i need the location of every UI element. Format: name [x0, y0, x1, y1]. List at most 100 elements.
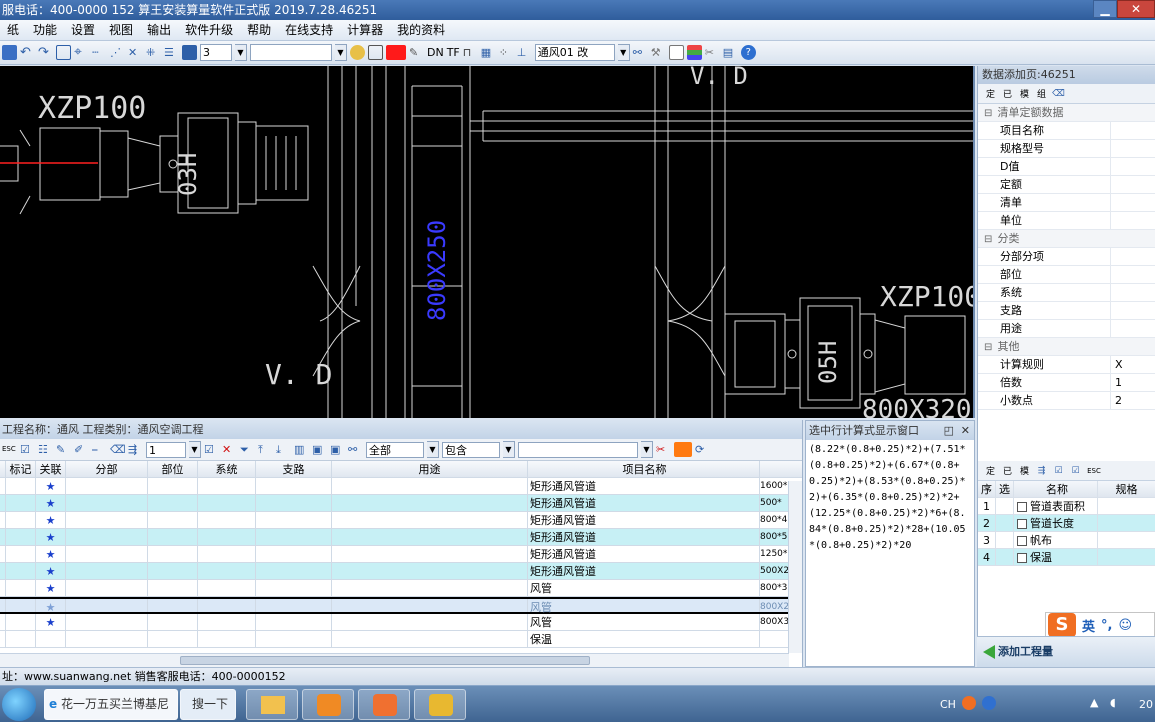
dn-button[interactable]: DN: [427, 46, 444, 59]
cad-canvas[interactable]: XZP100 XZP100 V. D V. D 800X320 03H 05H …: [0, 66, 975, 418]
layer-number-dropdown[interactable]: ▼: [235, 44, 247, 61]
input-indicator[interactable]: CH: [940, 698, 956, 711]
group-quota-data[interactable]: ⊟ 清单定额数据: [978, 104, 1155, 122]
menu-settings[interactable]: 设置: [64, 20, 102, 41]
edit-multi-icon[interactable]: ✐: [74, 442, 89, 457]
filter-level-dropdown[interactable]: ▼: [189, 441, 201, 458]
horizontal-scrollbar[interactable]: [0, 653, 789, 667]
chart-icon[interactable]: ▥: [294, 442, 309, 457]
tools-icon[interactable]: ⚒: [651, 45, 666, 60]
table-row[interactable]: 2 管道长度: [978, 515, 1155, 532]
fill-icon[interactable]: [368, 45, 383, 60]
grid-icon[interactable]: ⁜: [146, 45, 161, 60]
table-row[interactable]: 1 管道表面积: [978, 498, 1155, 515]
esc-icon[interactable]: ESC: [2, 442, 17, 457]
close-icon[interactable]: ✕: [961, 421, 970, 440]
prop-row[interactable]: 支路: [978, 302, 1155, 320]
sogou-tray-icon[interactable]: [962, 696, 976, 710]
block-grid-icon[interactable]: ▦: [481, 45, 496, 60]
cross-icon[interactable]: ✕: [128, 45, 143, 60]
clock[interactable]: 20: [1139, 698, 1153, 711]
dots-icon[interactable]: ⁘: [499, 45, 514, 60]
layer-name-field[interactable]: [250, 44, 332, 61]
insert-icon[interactable]: ⇶: [1035, 466, 1048, 476]
document-icon[interactable]: [668, 45, 684, 60]
search-input[interactable]: [518, 441, 638, 458]
delete-icon[interactable]: ✕: [222, 442, 237, 457]
help-icon[interactable]: ?: [740, 45, 756, 60]
pipe-fitting-icon[interactable]: ⊓: [463, 45, 478, 60]
move-up-icon[interactable]: ⤒: [258, 442, 273, 457]
prop-row[interactable]: 定额: [978, 176, 1155, 194]
table-row[interactable]: ★ 矩形通风管道 500X2: [0, 563, 802, 580]
ime-toolbar[interactable]: S 英 °, ☺: [1045, 612, 1155, 638]
menu-my-info[interactable]: 我的资料: [390, 20, 452, 41]
tool-done[interactable]: 已: [1001, 464, 1014, 477]
scrollbar-thumb[interactable]: [180, 656, 590, 665]
table-row[interactable]: 4 保温: [978, 549, 1155, 566]
menu-upgrade[interactable]: 软件升级: [178, 20, 240, 41]
menu-online-support[interactable]: 在线支持: [278, 20, 340, 41]
suanwang-taskbar-button[interactable]: [414, 689, 466, 720]
row-checkbox[interactable]: [1017, 502, 1027, 512]
collapse-icon[interactable]: ⊟: [984, 339, 994, 357]
add-quantity-button[interactable]: 添加工程量: [983, 643, 1053, 659]
tool-define[interactable]: 定: [984, 87, 997, 100]
dashed-line-icon[interactable]: ┄: [92, 45, 107, 60]
wrench-icon[interactable]: ✂: [705, 45, 720, 60]
eyedropper-icon[interactable]: ✎: [409, 45, 424, 60]
table-row[interactable]: ★ 风管 800*3: [0, 580, 802, 597]
color-swatch-red[interactable]: [386, 45, 406, 60]
crosshair-icon[interactable]: ⌖: [74, 45, 89, 60]
select-list-icon[interactable]: ☷: [38, 442, 53, 457]
row-checkbox[interactable]: [1017, 519, 1027, 529]
rectangle-select-icon[interactable]: [56, 45, 71, 60]
line-icon[interactable]: ⎯: [92, 442, 107, 457]
row-checkbox[interactable]: [1017, 553, 1027, 563]
table-row[interactable]: ★ 矩形通风管道 800*4: [0, 512, 802, 529]
prop-row[interactable]: 系统: [978, 284, 1155, 302]
edit-icon[interactable]: ✎: [56, 442, 71, 457]
menu-help[interactable]: 帮助: [240, 20, 278, 41]
tool-template[interactable]: 模: [1018, 464, 1031, 477]
layer-number-field[interactable]: 3: [200, 44, 232, 61]
menu-output[interactable]: 输出: [140, 20, 178, 41]
refresh-icon[interactable]: ⟳: [695, 442, 710, 457]
ime-lang[interactable]: 英: [1082, 616, 1095, 635]
binoculars-icon[interactable]: ⚯: [633, 45, 648, 60]
check-icon[interactable]: ☑: [204, 442, 219, 457]
match-select[interactable]: 包含: [442, 441, 500, 458]
search-dropdown[interactable]: ▼: [641, 441, 653, 458]
menu-view[interactable]: 视图: [102, 20, 140, 41]
range-select[interactable]: 全部: [366, 441, 424, 458]
system-dropdown[interactable]: ▼: [617, 44, 630, 61]
close-button[interactable]: ✕: [1117, 0, 1155, 18]
table-row[interactable]: ★ 矩形通风管道 800*5: [0, 529, 802, 546]
table-row[interactable]: ★ 矩形通风管道 1600*: [0, 478, 802, 495]
insert-rows-icon[interactable]: ⇶: [128, 442, 143, 457]
table-row[interactable]: ★ 矩形通风管道 500*: [0, 495, 802, 512]
table-row[interactable]: ★ 矩形通风管道 1250*: [0, 546, 802, 563]
scale-icon[interactable]: [182, 45, 197, 60]
table-icon[interactable]: ▤: [723, 45, 738, 60]
folder-taskbar-button[interactable]: [246, 689, 298, 720]
range-dropdown[interactable]: ▼: [427, 441, 439, 458]
clear-filter-icon[interactable]: ✂: [656, 442, 671, 457]
menu-file[interactable]: 纸: [0, 20, 26, 41]
import-icon[interactable]: ▣: [330, 442, 345, 457]
snap-icon[interactable]: ⋰: [110, 45, 125, 60]
filter-icon[interactable]: ⏷: [240, 442, 255, 457]
prop-row[interactable]: 部位: [978, 266, 1155, 284]
table-row-selected[interactable]: ★ 风管 800X2: [0, 597, 802, 614]
move-down-icon[interactable]: ⤓: [276, 442, 291, 457]
prop-row[interactable]: 单位: [978, 212, 1155, 230]
undo-icon[interactable]: ↶: [20, 45, 35, 60]
menu-function[interactable]: 功能: [26, 20, 64, 41]
prop-row[interactable]: 用途: [978, 320, 1155, 338]
check-icon[interactable]: ☑: [1052, 466, 1065, 476]
menu-calculator[interactable]: 计算器: [340, 20, 390, 41]
group-classification[interactable]: ⊟ 分类: [978, 230, 1155, 248]
tool-template[interactable]: 模: [1018, 87, 1031, 100]
collapse-icon[interactable]: ⊟: [984, 231, 994, 249]
match-dropdown[interactable]: ▼: [503, 441, 515, 458]
